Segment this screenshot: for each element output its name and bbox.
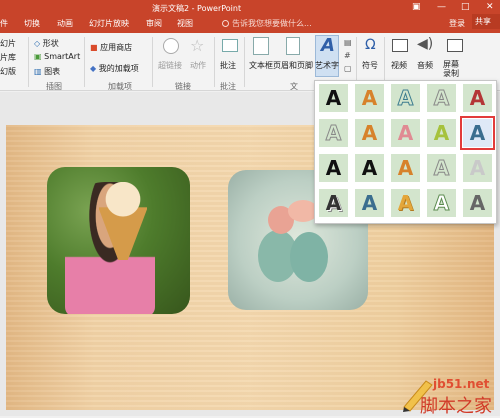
group-label-links: 链接 [175, 82, 191, 91]
close-button[interactable]: ✕ [486, 2, 494, 12]
chart-button[interactable]: ▥ 图表 [34, 66, 60, 77]
minimize-button[interactable]: — [437, 2, 446, 12]
wordart-style-10-selected[interactable]: A [460, 116, 495, 150]
wordart-gallery: A A A A A A A A A A A A A A A A A A A A [314, 80, 497, 224]
separator [84, 37, 85, 87]
separator [152, 37, 153, 87]
wordart-style-2[interactable]: A [355, 84, 384, 112]
textbox-icon [253, 37, 269, 55]
separator [28, 37, 29, 87]
separator [214, 37, 215, 87]
screen-record-button[interactable]: 屏幕录制 [443, 60, 463, 78]
my-addins-button[interactable]: ◆ 我的加载项 [90, 63, 139, 74]
wordart-style-9[interactable]: A [427, 119, 456, 147]
share-button[interactable]: 共享 [472, 14, 500, 29]
tab-animations[interactable]: 动画 [57, 18, 73, 29]
watermark-site: jb51.net [433, 377, 490, 391]
store-button[interactable]: ■ 应用商店 [90, 42, 132, 53]
speaker-icon: ◀) [417, 36, 434, 52]
slide-number-icon: # [344, 51, 351, 60]
wordart-style-19[interactable]: A [427, 189, 456, 217]
audio-button[interactable]: 音频 [417, 60, 433, 71]
smartart-icon: ▣ [34, 52, 45, 61]
wordart-button[interactable]: 艺术字 [315, 60, 339, 71]
ribbon-display-button[interactable]: ▣ [412, 2, 421, 12]
video-button[interactable]: 视频 [391, 60, 407, 71]
wordart-style-4[interactable]: A [427, 84, 456, 112]
chart-icon: ▥ [34, 67, 45, 76]
lightbulb-icon [222, 20, 229, 27]
wordart-style-16[interactable]: A [319, 189, 348, 217]
photo-girl-ice-cream[interactable] [47, 167, 190, 314]
group-label-illustrations: 插图 [46, 82, 62, 91]
tell-me-box[interactable]: 告诉我您想要做什么... [222, 18, 312, 29]
ribbon-item-images[interactable]: 幻片 [0, 38, 16, 49]
share-label: 共享 [475, 17, 491, 26]
date-icon: ▤ [344, 38, 352, 47]
store-icon: ■ [90, 43, 101, 52]
wordart-style-11[interactable]: A [319, 154, 348, 182]
separator [244, 37, 245, 87]
group-label-text: 文 [290, 82, 298, 91]
wordart-style-13[interactable]: A [391, 154, 420, 182]
wordart-style-15[interactable]: A [463, 154, 492, 182]
symbol-button[interactable]: 符号 [362, 60, 378, 71]
ribbon-item-new[interactable]: 幻版 [0, 66, 16, 77]
smartart-button[interactable]: ▣ SmartArt [34, 52, 80, 61]
wordart-style-17[interactable]: A [355, 189, 384, 217]
ribbon-item-album[interactable]: 片库 [0, 52, 16, 63]
hyperlink-button[interactable]: 超链接 [158, 60, 182, 71]
header-footer-button[interactable]: 页眉和页脚 [273, 60, 313, 71]
shape-icon: ◇ [34, 39, 43, 48]
wordart-style-5[interactable]: A [463, 84, 492, 112]
wordart-style-3[interactable]: A [391, 84, 420, 112]
title-bar: 演示文稿2 - PowerPoint 件 切换 动画 幻灯片放映 审阅 视图 告… [0, 0, 500, 33]
wordart-icon: A [321, 35, 335, 56]
tab-review[interactable]: 审阅 [146, 18, 162, 29]
screen-record-icon [447, 39, 463, 52]
group-label-addins: 加载项 [108, 82, 132, 91]
wordart-style-7[interactable]: A [355, 119, 384, 147]
globe-icon [163, 38, 179, 54]
textbox-button[interactable]: 文本框 [249, 60, 273, 71]
object-icon: ▢ [344, 64, 352, 73]
wordart-style-8[interactable]: A [391, 119, 420, 147]
watermark: jb51.net 脚本之家 [400, 375, 500, 417]
watermark-name: 脚本之家 [420, 396, 492, 417]
tab-slideshow[interactable]: 幻灯片放映 [89, 18, 129, 29]
tab-transitions[interactable]: 切换 [24, 18, 40, 29]
wordart-style-12[interactable]: A [355, 154, 384, 182]
tab-file[interactable]: 件 [0, 18, 8, 29]
tab-view[interactable]: 视图 [177, 18, 193, 29]
action-button[interactable]: 动作 [190, 60, 206, 71]
comment-icon [222, 39, 238, 52]
group-label-comments: 批注 [220, 82, 236, 91]
document-title: 演示文稿2 - PowerPoint [152, 4, 242, 13]
login-link[interactable]: 登录 [449, 18, 465, 29]
wordart-style-18[interactable]: A [391, 189, 420, 217]
video-icon [392, 39, 408, 52]
wordart-style-1[interactable]: A [319, 84, 348, 112]
comment-button[interactable]: 批注 [220, 60, 236, 71]
wordart-style-6[interactable]: A [319, 119, 348, 147]
maximize-button[interactable]: □ [461, 2, 470, 12]
wordart-style-20[interactable]: A [463, 189, 492, 217]
omega-icon: Ω [365, 37, 376, 53]
star-icon: ☆ [190, 36, 205, 55]
balloon [290, 232, 328, 282]
header-footer-icon [286, 37, 300, 55]
shape-button[interactable]: ◇ 形状 [34, 38, 59, 49]
tell-me-text: 告诉我您想要做什么... [232, 19, 312, 28]
wordart-style-14[interactable]: A [427, 154, 456, 182]
addins-icon: ◆ [90, 64, 99, 73]
